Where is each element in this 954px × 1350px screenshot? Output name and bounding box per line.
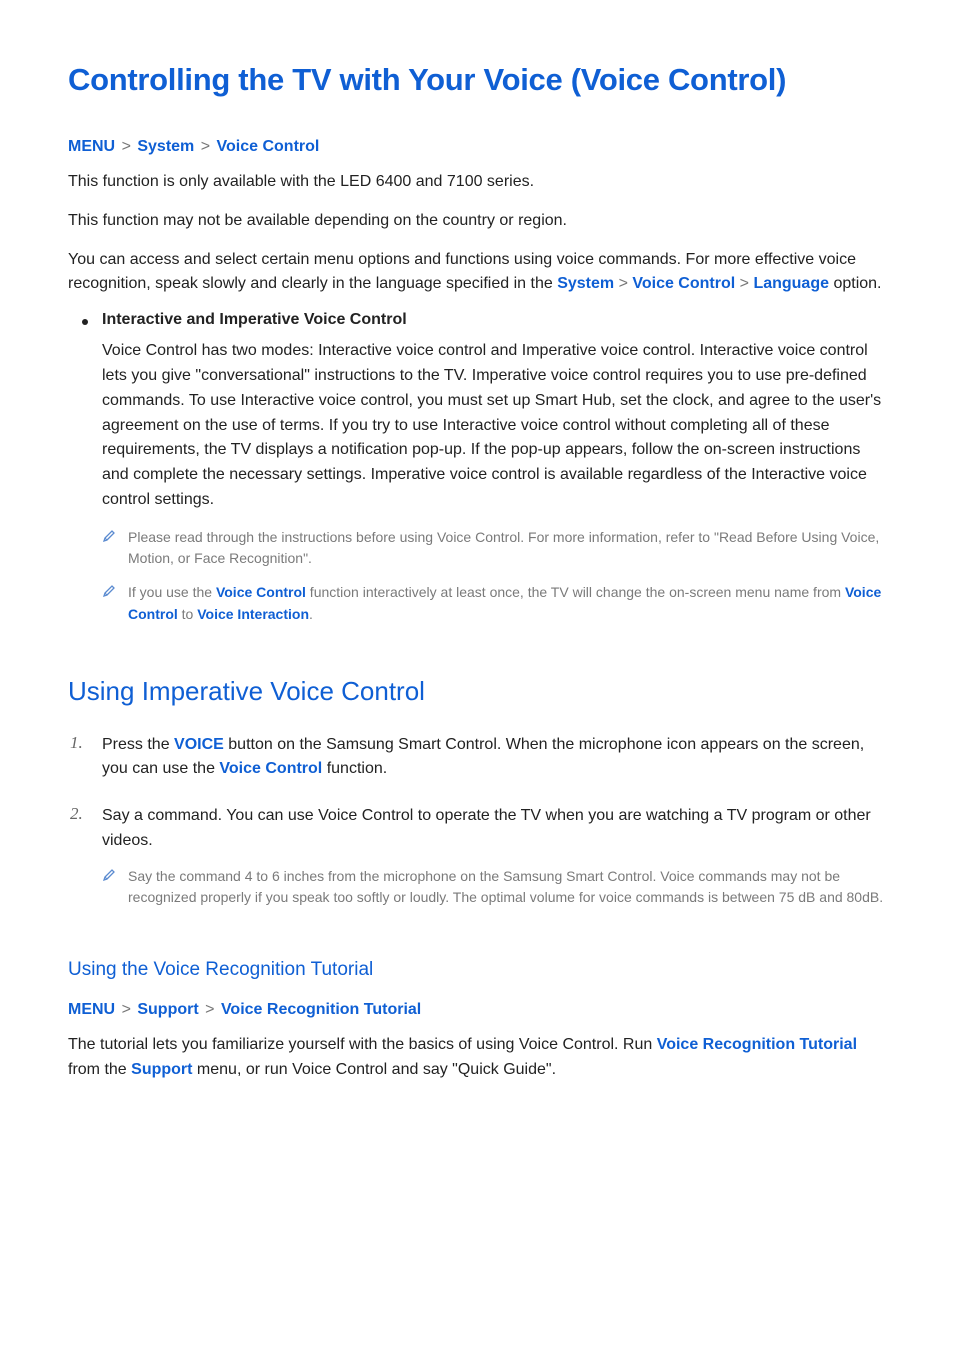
breadcrumb-voice-control: MENU > System > Voice Control (68, 138, 886, 156)
step-body: Press the VOICE button on the Samsung Sm… (102, 733, 886, 783)
voice-button-label: VOICE (174, 736, 224, 753)
breadcrumb-segment: Support (137, 1001, 198, 1018)
chevron-right-icon: > (201, 138, 210, 155)
breadcrumb-segment: MENU (68, 1001, 115, 1018)
note: Say the command 4 to 6 inches from the m… (102, 866, 886, 909)
note-text: Say the command 4 to 6 inches from the m… (128, 866, 886, 909)
intro-paragraph: This function may not be available depen… (68, 209, 886, 234)
pencil-icon (102, 528, 116, 550)
menu-path-segment: Language (753, 275, 829, 292)
page-title: Controlling the TV with Your Voice (Voic… (68, 62, 886, 98)
chevron-right-icon: > (122, 1001, 131, 1018)
steps-list: Press the VOICE button on the Samsung Sm… (68, 733, 886, 910)
note-text: Please read through the instructions bef… (128, 527, 886, 570)
breadcrumb-tutorial: MENU > Support > Voice Recognition Tutor… (68, 1001, 886, 1019)
breadcrumb-segment: System (137, 138, 194, 155)
pencil-icon (102, 583, 116, 605)
list-item-title: Interactive and Imperative Voice Control (102, 311, 886, 329)
tutorial-paragraph: The tutorial lets you familiarize yourse… (68, 1033, 886, 1083)
breadcrumb-segment: Voice Control (217, 138, 320, 155)
list-item-body: Voice Control has two modes: Interactive… (102, 339, 886, 513)
subsection-heading: Using the Voice Recognition Tutorial (68, 959, 886, 981)
note: Please read through the instructions bef… (102, 527, 886, 570)
chevron-right-icon: > (619, 275, 628, 292)
note-text: If you use the Voice Control function in… (128, 582, 886, 625)
chevron-right-icon: > (205, 1001, 214, 1018)
breadcrumb-segment: MENU (68, 138, 115, 155)
intro-paragraph: You can access and select certain menu o… (68, 248, 886, 298)
intro-paragraph: This function is only available with the… (68, 170, 886, 195)
breadcrumb-segment: Voice Recognition Tutorial (221, 1001, 421, 1018)
list-item: Interactive and Imperative Voice Control… (68, 311, 886, 625)
chevron-right-icon: > (740, 275, 749, 292)
menu-path-segment: System (557, 275, 614, 292)
note: If you use the Voice Control function in… (102, 582, 886, 625)
menu-path-segment: Voice Control (632, 275, 735, 292)
step-item: Say a command. You can use Voice Control… (68, 804, 886, 909)
step-item: Press the VOICE button on the Samsung Sm… (68, 733, 886, 783)
feature-list: Interactive and Imperative Voice Control… (68, 311, 886, 625)
pencil-icon (102, 867, 116, 889)
step-body: Say a command. You can use Voice Control… (102, 804, 886, 854)
chevron-right-icon: > (122, 138, 131, 155)
section-heading: Using Imperative Voice Control (68, 676, 886, 707)
